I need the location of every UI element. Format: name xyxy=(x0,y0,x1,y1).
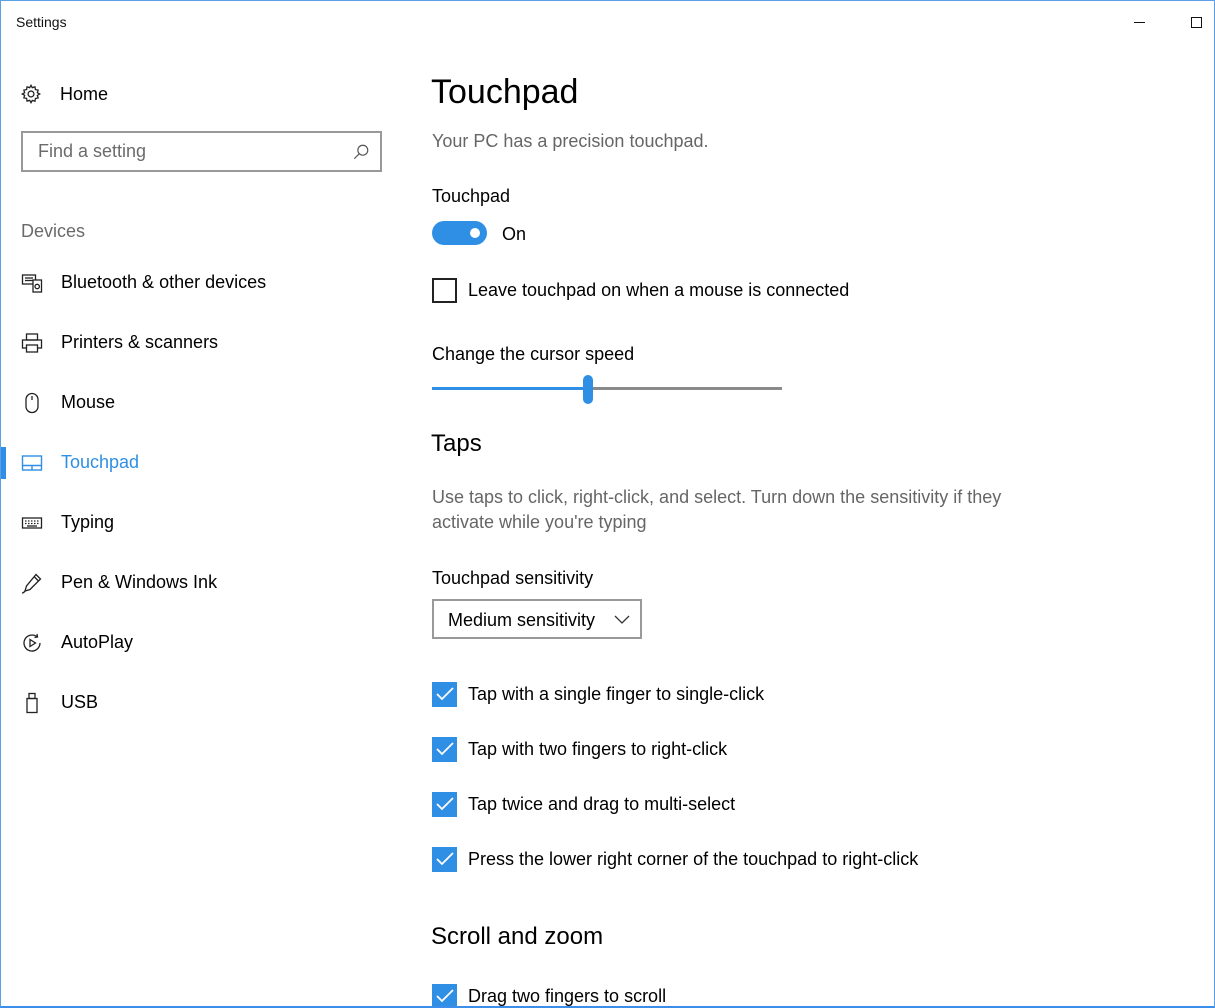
tap-single-finger-checkbox[interactable]: Tap with a single finger to single-click xyxy=(432,681,764,707)
touchpad-icon xyxy=(21,452,43,474)
sidebar-item-typing[interactable]: Typing xyxy=(1,503,401,543)
page-title: Touchpad xyxy=(431,73,579,111)
maximize-button[interactable] xyxy=(1173,7,1214,37)
sidebar-item-printers[interactable]: Printers & scanners xyxy=(1,323,401,363)
taps-section-title: Taps xyxy=(431,430,482,457)
sidebar-item-label: Typing xyxy=(61,512,115,532)
maximize-icon xyxy=(1190,16,1202,28)
home-link[interactable]: Home xyxy=(20,81,108,107)
touchpad-toggle[interactable] xyxy=(432,221,487,245)
toggle-knob xyxy=(470,228,480,238)
checkbox-label: Leave touchpad on when a mouse is connec… xyxy=(468,279,850,300)
checkmark-icon xyxy=(435,852,454,866)
checkbox-label: Tap with two fingers to right-click xyxy=(468,738,728,759)
keyboard-icon xyxy=(21,512,43,534)
toggle-state-label: On xyxy=(502,224,527,244)
checkbox-label: Tap with a single finger to single-click xyxy=(468,683,765,704)
chevron-down-icon xyxy=(614,615,630,624)
sidebar-item-usb[interactable]: USB xyxy=(1,683,401,723)
devices-group-label: Devices xyxy=(21,221,86,241)
checkbox-box[interactable] xyxy=(432,736,457,762)
sidebar-item-label: Printers & scanners xyxy=(61,332,219,352)
pen-icon xyxy=(21,572,43,594)
tap-two-fingers-checkbox[interactable]: Tap with two fingers to right-click xyxy=(432,736,727,762)
gear-icon xyxy=(20,83,42,105)
taps-description: Use taps to click, right-click, and sele… xyxy=(432,487,1002,532)
cursor-speed-label: Change the cursor speed xyxy=(432,344,635,364)
checkbox-box[interactable] xyxy=(432,791,457,817)
printer-icon xyxy=(21,332,43,354)
checkmark-icon xyxy=(435,797,454,811)
checkbox-box[interactable] xyxy=(432,277,457,303)
checkmark-icon xyxy=(435,989,454,1003)
sidebar-item-touchpad[interactable]: Touchpad xyxy=(1,443,401,483)
checkbox-box[interactable] xyxy=(432,983,457,1006)
settings-window: Settings Home Devices xyxy=(0,0,1215,1008)
sensitivity-dropdown[interactable]: Medium sensitivity xyxy=(432,599,642,639)
tap-twice-drag-checkbox[interactable]: Tap twice and drag to multi-select xyxy=(432,791,735,817)
checkbox-label: Drag two fingers to scroll xyxy=(468,985,667,1006)
slider-fill xyxy=(432,387,588,390)
checkmark-icon xyxy=(435,687,454,701)
cursor-speed-slider[interactable] xyxy=(432,373,782,405)
home-label: Home xyxy=(60,83,109,104)
scroll-zoom-section-title: Scroll and zoom xyxy=(431,923,604,950)
bluetooth-devices-icon xyxy=(21,272,43,294)
active-indicator xyxy=(1,447,6,479)
checkbox-box[interactable] xyxy=(432,846,457,872)
sidebar-item-label: AutoPlay xyxy=(61,632,134,652)
checkbox-box[interactable] xyxy=(432,681,457,707)
title-bar: Settings xyxy=(1,1,1214,43)
sidebar: Home Devices Bluetooth & other devices xyxy=(1,43,401,1003)
sidebar-item-label: Bluetooth & other devices xyxy=(61,272,267,292)
sidebar-item-bluetooth[interactable]: Bluetooth & other devices xyxy=(1,263,401,303)
window-title: Settings xyxy=(16,14,67,30)
search-input[interactable] xyxy=(23,133,343,170)
checkbox-label: Press the lower right corner of the touc… xyxy=(468,848,919,869)
minimize-icon xyxy=(1133,21,1145,23)
search-box[interactable] xyxy=(21,131,382,172)
slider-thumb[interactable] xyxy=(582,375,593,404)
sidebar-item-pen[interactable]: Pen & Windows Ink xyxy=(1,563,401,603)
mouse-icon xyxy=(21,392,43,414)
sidebar-item-label: Touchpad xyxy=(61,452,140,472)
sidebar-item-label: Pen & Windows Ink xyxy=(61,572,218,592)
sidebar-item-autoplay[interactable]: AutoPlay xyxy=(1,623,401,663)
sidebar-item-mouse[interactable]: Mouse xyxy=(1,383,401,423)
autoplay-icon xyxy=(21,632,43,654)
drag-two-fingers-scroll-checkbox[interactable]: Drag two fingers to scroll xyxy=(432,983,667,1006)
search-icon[interactable] xyxy=(352,143,370,161)
touchpad-toggle-label: Touchpad xyxy=(432,186,511,206)
dropdown-value: Medium sensitivity xyxy=(448,610,596,630)
usb-icon xyxy=(21,692,43,714)
checkmark-icon xyxy=(435,742,454,756)
sidebar-item-label: USB xyxy=(61,692,99,712)
sensitivity-label: Touchpad sensitivity xyxy=(432,568,594,588)
leave-touchpad-on-checkbox[interactable]: Leave touchpad on when a mouse is connec… xyxy=(432,277,849,303)
checkbox-label: Tap twice and drag to multi-select xyxy=(468,793,736,814)
page-subtitle: Your PC has a precision touchpad. xyxy=(432,131,709,151)
minimize-button[interactable] xyxy=(1116,7,1162,37)
lower-right-corner-checkbox[interactable]: Press the lower right corner of the touc… xyxy=(432,846,918,872)
sidebar-item-label: Mouse xyxy=(61,392,116,412)
